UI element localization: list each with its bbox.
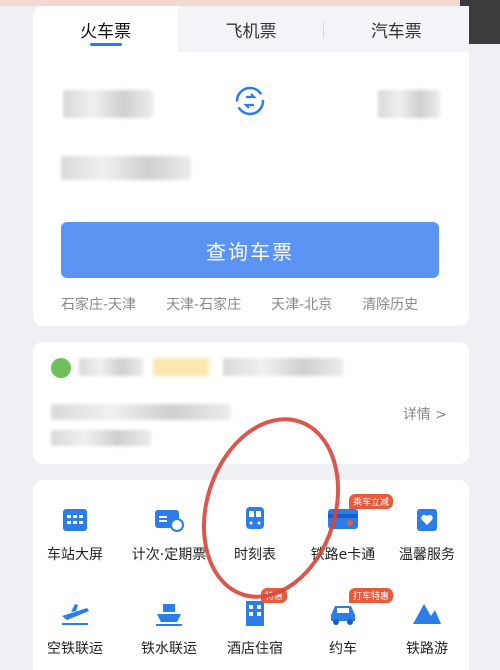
ship-icon bbox=[156, 604, 182, 626]
booking-card: 查询车票 石家庄-天津 天津-石家庄 天津-北京 清除历史 bbox=[33, 52, 469, 326]
order-info-blurred bbox=[223, 358, 343, 376]
service-label: 铁水联运 bbox=[141, 641, 197, 657]
order-status-icon bbox=[51, 358, 71, 378]
service-label: 计次·定期票 bbox=[131, 547, 207, 563]
car-icon bbox=[331, 606, 355, 625]
service-ride-hailing[interactable]: 打车特惠 约车 bbox=[295, 588, 394, 658]
date-blurred[interactable] bbox=[61, 156, 191, 180]
tab-bus[interactable]: 汽车票 bbox=[323, 6, 469, 52]
mountain-icon bbox=[413, 604, 441, 624]
swap-stations-icon[interactable] bbox=[233, 84, 267, 118]
order-seat-blurred bbox=[51, 430, 151, 446]
to-station-blurred[interactable] bbox=[378, 90, 440, 118]
plane-icon bbox=[62, 604, 89, 625]
service-rail-travel[interactable]: 铁路游 bbox=[379, 596, 475, 658]
service-care[interactable]: 温馨服务 bbox=[379, 502, 475, 564]
history-item[interactable]: 天津-石家庄 bbox=[166, 294, 241, 314]
search-tickets-button[interactable]: 查询车票 bbox=[61, 222, 439, 278]
search-history: 石家庄-天津 天津-石家庄 天津-北京 清除历史 bbox=[61, 294, 461, 314]
ticket-tabs: 火车票 飞机票 汽车票 bbox=[33, 6, 469, 52]
tab-train[interactable]: 火车票 bbox=[33, 6, 179, 52]
service-rail-water[interactable]: 铁水联运 bbox=[121, 596, 217, 658]
service-air-rail[interactable]: 空铁联运 bbox=[27, 596, 123, 658]
order-tag-blurred bbox=[153, 358, 209, 376]
order-title-blurred bbox=[79, 358, 143, 376]
station-screen-icon bbox=[63, 509, 87, 531]
service-label: 车站大屏 bbox=[47, 547, 103, 563]
service-label: 铁路游 bbox=[406, 641, 448, 657]
history-item[interactable]: 石家庄-天津 bbox=[61, 294, 136, 314]
clear-history-button[interactable]: 清除历史 bbox=[362, 294, 418, 314]
service-label: 酒店住宿 bbox=[227, 641, 283, 657]
from-station-blurred[interactable] bbox=[63, 90, 153, 118]
tab-divider bbox=[323, 22, 324, 38]
service-label: 空铁联运 bbox=[47, 641, 103, 657]
order-train-blurred bbox=[51, 404, 231, 420]
ticket-clock-icon bbox=[155, 510, 184, 532]
service-station-screen[interactable]: 车站大屏 bbox=[27, 502, 123, 564]
service-label: 温馨服务 bbox=[399, 547, 455, 563]
tab-flight[interactable]: 飞机票 bbox=[178, 6, 324, 52]
service-label: 约车 bbox=[329, 641, 357, 657]
heart-bag-icon bbox=[417, 509, 437, 531]
service-hotel[interactable]: 特惠 酒店住宿 bbox=[207, 588, 303, 658]
history-item[interactable]: 天津-北京 bbox=[271, 294, 332, 314]
order-detail-link[interactable]: 详情 > bbox=[403, 404, 447, 424]
